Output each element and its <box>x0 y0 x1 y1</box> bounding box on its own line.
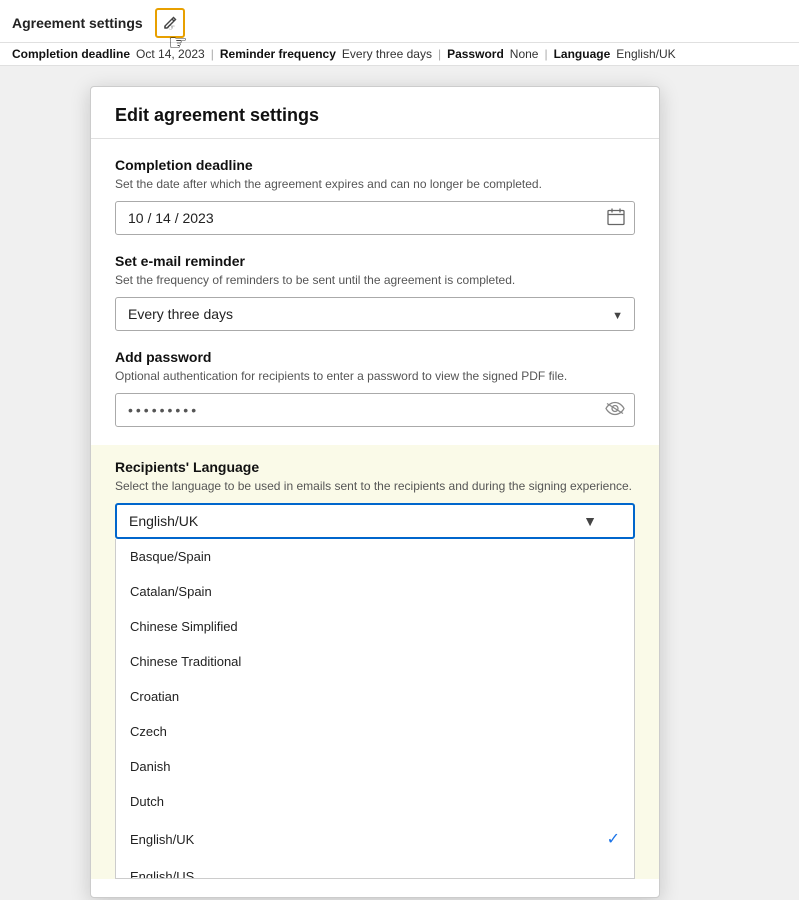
language-option[interactable]: Danish <box>116 749 634 784</box>
reminder-frequency-key: Reminder frequency <box>220 47 336 61</box>
modal-body: Completion deadline Set the date after w… <box>91 139 659 897</box>
password-key: Password <box>447 47 504 61</box>
language-option[interactable]: Chinese Traditional <box>116 644 634 679</box>
completion-deadline-label: Completion deadline <box>115 157 635 173</box>
language-option-label: Czech <box>130 724 167 739</box>
language-value: English/UK <box>616 47 675 61</box>
svg-text:☞: ☞ <box>168 23 175 31</box>
language-option[interactable]: English/UK ✓ <box>116 819 634 859</box>
language-option-label: Chinese Simplified <box>130 619 238 634</box>
pencil-icon: ☞ <box>162 15 178 31</box>
recipients-language-label: Recipients' Language <box>115 459 635 475</box>
language-select-wrapper: English/UK ▼ <box>115 503 635 539</box>
password-value: None <box>510 47 539 61</box>
page-title: Agreement settings <box>12 15 143 31</box>
edit-icon-button[interactable]: ☞ <box>155 8 185 38</box>
language-option-label: Basque/Spain <box>130 549 211 564</box>
sep-1: | <box>211 47 214 61</box>
language-key: Language <box>554 47 611 61</box>
language-option[interactable]: Catalan/Spain <box>116 574 634 609</box>
edit-settings-modal: Edit agreement settings Completion deadl… <box>90 86 660 898</box>
date-input[interactable] <box>115 201 635 235</box>
recipients-language-section: Recipients' Language Select the language… <box>91 445 659 879</box>
meta-bar: Completion deadline Oct 14, 2023 | Remin… <box>0 43 799 66</box>
language-dropdown[interactable]: Basque/Spain Catalan/Spain Chinese Simplif… <box>115 539 635 879</box>
language-option-label: Chinese Traditional <box>130 654 241 669</box>
language-option[interactable]: Chinese Simplified <box>116 609 634 644</box>
language-option-label: English/US <box>130 869 194 879</box>
language-option[interactable]: Czech <box>116 714 634 749</box>
language-selected-value: English/UK <box>129 513 198 529</box>
language-option[interactable]: Croatian <box>116 679 634 714</box>
password-desc: Optional authentication for recipients t… <box>115 369 635 383</box>
completion-deadline-desc: Set the date after which the agreement e… <box>115 177 635 191</box>
completion-deadline-key: Completion deadline <box>12 47 130 61</box>
toggle-password-icon[interactable] <box>605 402 625 419</box>
email-reminder-desc: Set the frequency of reminders to be sen… <box>115 273 635 287</box>
password-input-wrapper <box>115 393 635 427</box>
language-select-arrow: ▼ <box>583 513 597 529</box>
language-select-button[interactable]: English/UK ▼ <box>115 503 635 539</box>
top-title-row: Agreement settings ☞ <box>0 0 799 43</box>
reminder-frequency-value: Every three days <box>342 47 432 61</box>
language-option[interactable]: Dutch <box>116 784 634 819</box>
language-check-icon: ✓ <box>607 829 620 849</box>
completion-deadline-section: Completion deadline Set the date after w… <box>115 157 635 235</box>
reminder-select[interactable]: Never Every day Every two days Every thr… <box>115 297 635 331</box>
date-input-wrapper <box>115 201 635 235</box>
reminder-select-wrapper: Never Every day Every two days Every thr… <box>115 297 635 331</box>
language-option-label: Dutch <box>130 794 164 809</box>
email-reminder-section: Set e-mail reminder Set the frequency of… <box>115 253 635 331</box>
password-label: Add password <box>115 349 635 365</box>
language-option[interactable]: English/US <box>116 859 634 879</box>
modal-title: Edit agreement settings <box>115 105 319 125</box>
language-option-label: Croatian <box>130 689 179 704</box>
password-section: Add password Optional authentication for… <box>115 349 635 427</box>
email-reminder-label: Set e-mail reminder <box>115 253 635 269</box>
sep-3: | <box>544 47 547 61</box>
language-option-label: Danish <box>130 759 170 774</box>
modal-header: Edit agreement settings <box>91 87 659 139</box>
password-input[interactable] <box>115 393 635 427</box>
completion-deadline-value: Oct 14, 2023 <box>136 47 205 61</box>
language-option-label: Catalan/Spain <box>130 584 212 599</box>
language-option[interactable]: Basque/Spain <box>116 539 634 574</box>
language-option-label: English/UK <box>130 832 194 847</box>
sep-2: | <box>438 47 441 61</box>
recipients-language-desc: Select the language to be used in emails… <box>115 479 635 493</box>
